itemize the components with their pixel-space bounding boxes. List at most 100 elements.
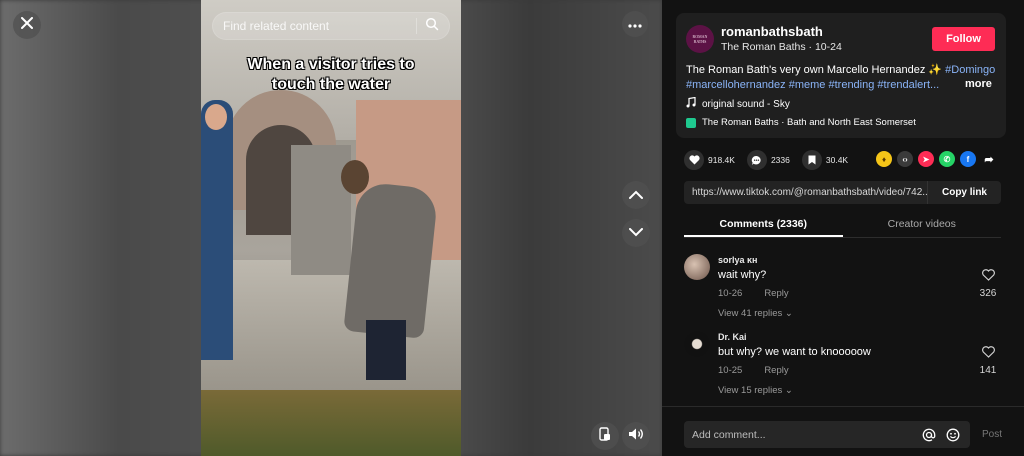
comment-text: wait why? <box>718 269 767 281</box>
hashtag-link[interactable]: #marcellohernandez <box>686 79 786 91</box>
volume-button[interactable] <box>622 422 650 450</box>
view-replies-label: View 15 replies <box>718 385 783 396</box>
reply-button[interactable]: Reply <box>764 288 788 299</box>
search-icon[interactable] <box>425 17 439 36</box>
speaker-icon <box>628 427 644 446</box>
heart-outline-icon <box>981 345 995 362</box>
share-options: ♦ ‹› ➤ ✆ f ➦ <box>876 151 997 167</box>
close-icon <box>21 16 33 34</box>
comment-like-count: 141 <box>979 365 997 376</box>
more-options-button[interactable] <box>622 11 648 37</box>
share-arrow-icon[interactable]: ➦ <box>981 151 997 167</box>
author-avatar[interactable]: ROMAN BATHS <box>686 25 714 53</box>
composer-divider <box>662 406 1024 407</box>
close-button[interactable] <box>13 11 41 39</box>
comment-like-button[interactable]: 141 <box>974 345 1002 376</box>
follow-button[interactable]: Follow <box>932 27 995 51</box>
chevron-down-icon: ⌄ <box>784 385 793 396</box>
like-count: 918.4K <box>708 155 735 165</box>
save-count: 30.4K <box>825 155 849 165</box>
location-link[interactable]: The Roman Baths · Bath and North East So… <box>686 117 916 128</box>
location-pin-icon <box>686 117 696 128</box>
emoji-icon[interactable] <box>944 426 962 444</box>
view-replies-button[interactable]: View 41 replies ⌄ <box>718 308 793 319</box>
comment-like-count: 326 <box>979 288 997 299</box>
comment-like-button[interactable]: 326 <box>974 268 1002 299</box>
author-avatar-logo-text: ROMAN BATHS <box>692 34 708 44</box>
comment-bubble-icon <box>746 150 767 170</box>
share-link-row: https://www.tiktok.com/@romanbathsbath/v… <box>684 181 1001 204</box>
friends-share-icon[interactable]: ♦ <box>876 151 892 167</box>
video-stage: When a visitor tries to touch the water <box>0 0 662 456</box>
reply-button[interactable]: Reply <box>764 365 788 376</box>
video-caption: When a visitor tries to touch the water <box>247 56 415 93</box>
comment-item: sorlya ĸн wait why? 10-26 Reply View 41 … <box>684 254 1004 320</box>
chevron-down-icon <box>629 224 643 242</box>
sound-link[interactable]: original sound - Sky <box>686 96 790 111</box>
heart-outline-icon <box>981 268 995 285</box>
next-video-button[interactable] <box>622 219 650 247</box>
hashtag-link[interactable]: #trending <box>828 79 874 91</box>
share-link-text: https://www.tiktok.com/@romanbathsbath/v… <box>692 187 927 198</box>
comment-item: Dr. Kai but why? we want to knooooow 10-… <box>684 331 1004 397</box>
hashtag-link[interactable]: #meme <box>789 79 826 91</box>
author-subline: The Roman Baths · 10-24 <box>721 41 842 53</box>
video-scene-pillar <box>291 145 351 275</box>
send-to-friends-icon[interactable]: ➤ <box>918 151 934 167</box>
search-box[interactable] <box>212 12 450 40</box>
video-scene-woman <box>343 181 439 339</box>
comment-composer[interactable] <box>684 421 970 448</box>
video-scene-man <box>201 100 233 360</box>
mention-icon[interactable] <box>920 426 938 444</box>
comment-input[interactable] <box>692 428 914 441</box>
bookmark-icon <box>801 150 822 170</box>
description-text: The Roman Bath's very own Marcello Herna… <box>686 64 943 76</box>
comment-count: 2336 <box>770 155 790 165</box>
sound-label: original sound - Sky <box>702 98 790 110</box>
facebook-icon[interactable]: f <box>960 151 976 167</box>
tab-creator-videos[interactable]: Creator videos <box>843 214 1002 237</box>
ellipsis-icon <box>628 15 642 33</box>
commenter-name[interactable]: sorlya ĸн <box>718 255 757 265</box>
panel-tabs: Comments (2336) Creator videos <box>684 214 1001 238</box>
video-scene-woman-legs <box>366 320 406 380</box>
floating-player-icon <box>598 426 612 446</box>
tab-comments[interactable]: Comments (2336) <box>684 214 843 237</box>
floating-player-button[interactable] <box>591 422 619 450</box>
save-button[interactable]: 30.4K <box>801 150 849 170</box>
hashtag-link[interactable]: #trendalert... <box>877 79 939 91</box>
embed-code-icon[interactable]: ‹› <box>897 151 913 167</box>
comment-meta: 10-25 Reply <box>718 365 789 376</box>
comment-date: 10-26 <box>718 288 743 299</box>
heart-icon <box>684 150 704 170</box>
hashtag-link[interactable]: #Domingo <box>945 64 995 76</box>
like-button[interactable]: 918.4K <box>684 150 735 170</box>
video-scene-water <box>201 390 461 456</box>
engagement-actions: 918.4K 2336 30.4K <box>684 148 860 172</box>
chevron-down-icon: ⌄ <box>784 308 793 319</box>
copy-link-button[interactable]: Copy link <box>927 181 1001 204</box>
location-label: The Roman Baths · Bath and North East So… <box>702 117 916 128</box>
comment-meta: 10-26 Reply <box>718 288 789 299</box>
comment-text: but why? we want to knooooow <box>718 346 871 358</box>
description-more-link[interactable]: more <box>965 78 992 90</box>
video-scene-man-head <box>205 104 227 130</box>
chevron-up-icon <box>629 186 643 204</box>
previous-video-button[interactable] <box>622 181 650 209</box>
view-replies-button[interactable]: View 15 replies ⌄ <box>718 385 793 396</box>
view-replies-label: View 41 replies <box>718 308 783 319</box>
video-description: The Roman Bath's very own Marcello Herna… <box>686 63 998 93</box>
author-username[interactable]: romanbathsbath <box>721 24 823 39</box>
commenter-name[interactable]: Dr. Kai <box>718 332 747 342</box>
comment-button[interactable]: 2336 <box>746 150 790 170</box>
search-input[interactable] <box>223 19 408 33</box>
commenter-avatar[interactable] <box>684 254 710 280</box>
video-scene-woman-head <box>341 160 369 194</box>
commenter-avatar[interactable] <box>684 331 710 357</box>
post-button[interactable]: Post <box>982 429 1002 440</box>
whatsapp-icon[interactable]: ✆ <box>939 151 955 167</box>
music-note-icon <box>686 96 696 111</box>
video-player[interactable]: When a visitor tries to touch the water <box>201 0 461 456</box>
comment-date: 10-25 <box>718 365 743 376</box>
search-divider <box>416 18 417 34</box>
